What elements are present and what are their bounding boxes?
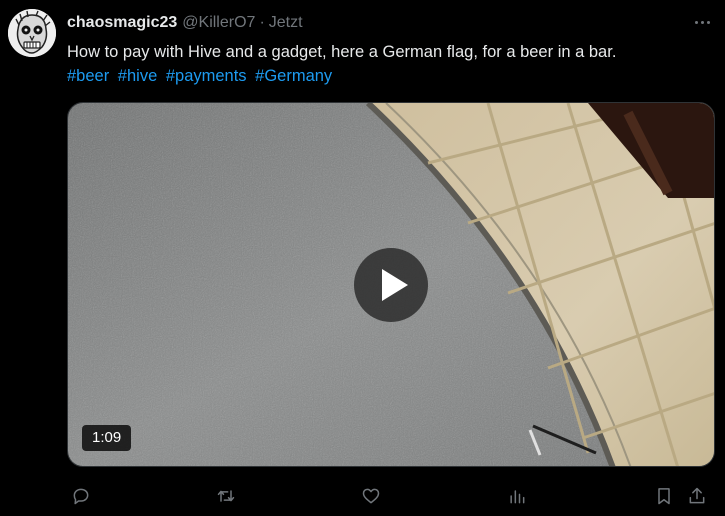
tweet-header: chaosmagic23 @KillerO7 · Jetzt <box>67 13 303 33</box>
play-button[interactable] <box>354 248 428 322</box>
hashtag-list: #beer #hive #payments #Germany <box>67 64 336 89</box>
reply-icon[interactable] <box>67 482 95 510</box>
tweet-text: How to pay with Hive and a gadget, here … <box>67 43 617 61</box>
video-duration: 1:09 <box>82 425 132 451</box>
separator-dot: · <box>259 14 265 31</box>
video-player[interactable]: 1:09 <box>67 102 715 467</box>
author-handle[interactable]: @KillerO7 <box>182 14 255 32</box>
bookmark-icon[interactable] <box>650 482 678 510</box>
avatar[interactable] <box>8 9 56 57</box>
like-icon[interactable] <box>357 482 385 510</box>
views-icon[interactable] <box>503 482 531 510</box>
hashtag-link[interactable]: #payments <box>166 67 247 85</box>
author-name[interactable]: chaosmagic23 <box>67 14 177 32</box>
hashtag-link[interactable]: #hive <box>118 67 157 85</box>
hashtag-link[interactable]: #beer <box>67 67 109 85</box>
action-bar <box>0 480 725 512</box>
zombie-face-icon <box>8 9 56 57</box>
play-icon <box>381 269 408 301</box>
share-icon[interactable] <box>683 482 711 510</box>
tweet-timestamp[interactable]: Jetzt <box>269 14 303 32</box>
retweet-icon[interactable] <box>212 482 240 510</box>
more-options-icon[interactable] <box>691 12 713 32</box>
hashtag-link[interactable]: #Germany <box>255 67 332 85</box>
